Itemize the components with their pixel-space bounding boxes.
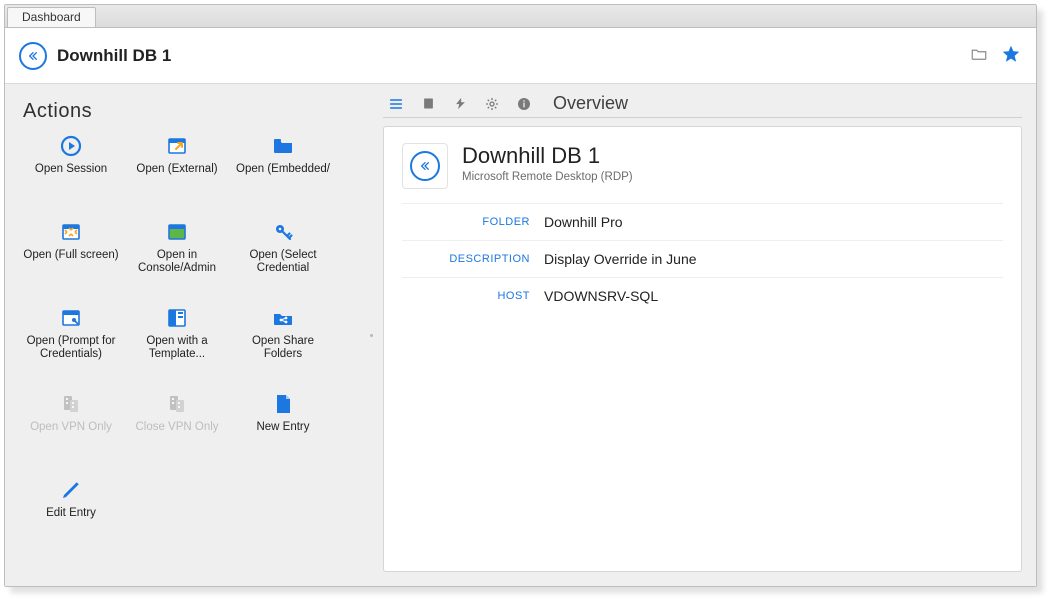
action-label: Open Share Folders — [233, 335, 333, 361]
page-title: Downhill DB 1 — [57, 46, 958, 66]
splitter-handle[interactable] — [365, 84, 377, 586]
action-label: Open VPN Only — [30, 421, 112, 434]
property-label: DESCRIPTION — [406, 253, 530, 265]
tab-dashboard[interactable]: Dashboard — [7, 7, 96, 27]
action-open-console[interactable]: Open in Console/Admin — [125, 217, 229, 295]
overview-pane: Overview Downhill DB 1 Microsoft Remote … — [377, 84, 1036, 586]
share-icon — [267, 305, 299, 331]
overview-tab-list-icon[interactable] — [387, 95, 405, 113]
favorite-star-icon[interactable] — [1000, 43, 1022, 68]
action-label: Open (Prompt for Credentials) — [21, 335, 121, 361]
key-icon — [267, 219, 299, 245]
action-label: Open with a Template... — [127, 335, 227, 361]
property-label: HOST — [406, 290, 530, 302]
prompt-icon — [55, 305, 87, 331]
actions-title: Actions — [23, 100, 365, 123]
fullscreen-icon — [55, 219, 87, 245]
overview-tabstrip: Overview — [383, 90, 1022, 118]
overview-tab-notes-icon[interactable] — [419, 95, 437, 113]
property-row: DESCRIPTION Display Override in June — [402, 240, 1003, 277]
play-icon — [55, 133, 87, 159]
action-label: New Entry — [256, 421, 309, 434]
vpn-close-icon — [161, 391, 193, 417]
folder-icon — [267, 133, 299, 159]
action-open-session[interactable]: Open Session — [19, 131, 123, 209]
action-label: Open Session — [35, 163, 107, 176]
property-value: Downhill Pro — [544, 214, 999, 230]
overview-card: Downhill DB 1 Microsoft Remote Desktop (… — [383, 126, 1022, 572]
action-open-embedded[interactable]: Open (Embedded/ — [231, 131, 335, 209]
action-open-prompt-cred[interactable]: Open (Prompt for Credentials) — [19, 303, 123, 381]
tabstrip: Dashboard — [5, 5, 1036, 28]
console-icon — [161, 219, 193, 245]
action-label: Open in Console/Admin — [127, 249, 227, 275]
header: Downhill DB 1 — [5, 28, 1036, 84]
window: Dashboard Downhill DB 1 Actions Open Ses… — [4, 4, 1037, 587]
action-open-template[interactable]: Open with a Template... — [125, 303, 229, 381]
action-open-full[interactable]: Open (Full screen) — [19, 217, 123, 295]
template-icon — [161, 305, 193, 331]
actions-panel: Actions Open Session Open (External) Open … — [5, 84, 365, 586]
property-value: VDOWNSRV-SQL — [544, 288, 999, 304]
vpn-icon — [55, 391, 87, 417]
action-edit-entry[interactable]: Edit Entry — [19, 475, 123, 553]
action-close-vpn: Close VPN Only — [125, 389, 229, 467]
action-new-entry[interactable]: New Entry — [231, 389, 335, 467]
external-icon — [161, 133, 193, 159]
property-label: FOLDER — [406, 216, 530, 228]
action-open-external[interactable]: Open (External) — [125, 131, 229, 209]
overview-heading: Overview — [553, 93, 628, 114]
new-icon — [267, 391, 299, 417]
rdp-icon — [19, 42, 47, 70]
action-label: Open (Full screen) — [23, 249, 118, 262]
action-open-share[interactable]: Open Share Folders — [231, 303, 335, 381]
action-open-vpn: Open VPN Only — [19, 389, 123, 467]
action-label: Open (External) — [136, 163, 217, 176]
property-value: Display Override in June — [544, 251, 999, 267]
entry-subtype: Microsoft Remote Desktop (RDP) — [462, 171, 633, 183]
action-label: Close VPN Only — [135, 421, 218, 434]
action-label: Edit Entry — [46, 507, 96, 520]
action-open-select-cred[interactable]: Open (Select Credential — [231, 217, 335, 295]
pencil-icon — [55, 477, 87, 503]
action-label: Open (Select Credential — [233, 249, 333, 275]
folder-icon[interactable] — [968, 45, 990, 66]
property-row: HOST VDOWNSRV-SQL — [402, 277, 1003, 314]
entry-title: Downhill DB 1 — [462, 143, 633, 169]
overview-tab-settings-icon[interactable] — [483, 95, 501, 113]
entry-type-icon — [402, 143, 448, 189]
overview-tab-macros-icon[interactable] — [451, 95, 469, 113]
overview-tab-info-icon[interactable] — [515, 95, 533, 113]
action-label: Open (Embedded/ — [236, 163, 330, 176]
property-row: FOLDER Downhill Pro — [402, 203, 1003, 240]
